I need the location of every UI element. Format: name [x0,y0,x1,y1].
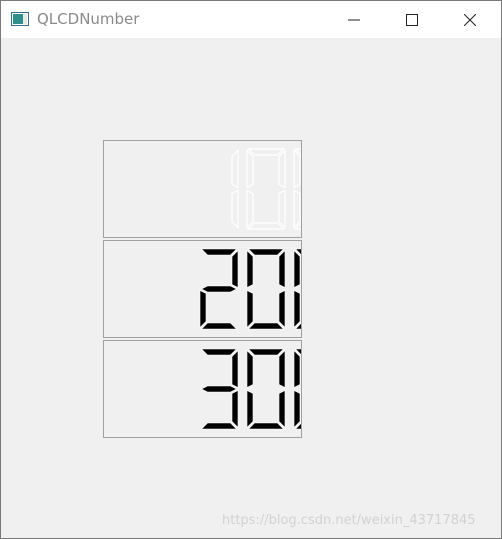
lcd-digits-2 [199,248,301,330]
lcd-segment-c [231,189,239,229]
lcd-number-2 [103,240,302,338]
lcd-segment-c [278,290,286,329]
lcd-segment-b [231,149,239,189]
lcd-segment-d [247,422,285,430]
minimize-button[interactable] [331,1,377,38]
lcd-segment-d [247,222,285,230]
qt-window-icon [11,12,29,26]
title-bar[interactable]: QLCDNumber [1,1,501,38]
lcd-segment-e [246,390,254,429]
lcd-segment-a [200,348,238,356]
lcd-segment-f [246,249,254,288]
lcd-segment-d [200,422,238,430]
lcd-segment-f [246,149,254,189]
lcd-segment-a [200,248,238,256]
watermark-text: https://blog.csdn.net/weixin_43717845 [222,513,476,528]
lcd-segment-a [247,348,285,356]
lcd-digits-3 [200,348,301,430]
lcd-segment-f [293,249,301,288]
lcd-segment-d [200,322,238,330]
window-title: QLCDNumber [37,10,140,28]
minimize-icon [348,19,360,20]
lcd-segment-a [247,148,285,156]
lcd-segment-e [199,290,207,329]
lcd-segment-b [231,249,239,288]
lcd-segment-e [246,189,254,229]
lcd-segment-a [247,248,285,256]
lcd-segment-e [246,290,254,329]
lcd-segment-c [231,390,239,429]
main-window: QLCDNumber https://blog.csdn.net/weixin_… [0,0,502,539]
lcd-segment-f [293,149,301,189]
maximize-button[interactable] [389,1,435,38]
close-icon [464,13,476,26]
maximize-icon [406,13,418,26]
lcd-segment-b [278,149,286,189]
lcd-number-3 [103,340,302,438]
lcd-segment-b [278,349,286,388]
lcd-segment-e [293,189,301,229]
lcd-number-1 [103,140,302,238]
lcd-segment-d [247,322,285,330]
lcd-segment-b [231,349,239,388]
close-button[interactable] [447,1,493,38]
lcd-segment-c [278,390,286,429]
lcd-digits-1 [231,148,301,230]
lcd-segment-e [293,390,301,429]
lcd-segment-b [278,249,286,288]
lcd-segment-e [293,290,301,329]
lcd-segment-c [278,189,286,229]
lcd-segment-g [200,385,238,393]
lcd-segment-g [200,285,238,293]
lcd-segment-f [293,349,301,388]
lcd-segment-f [246,349,254,388]
